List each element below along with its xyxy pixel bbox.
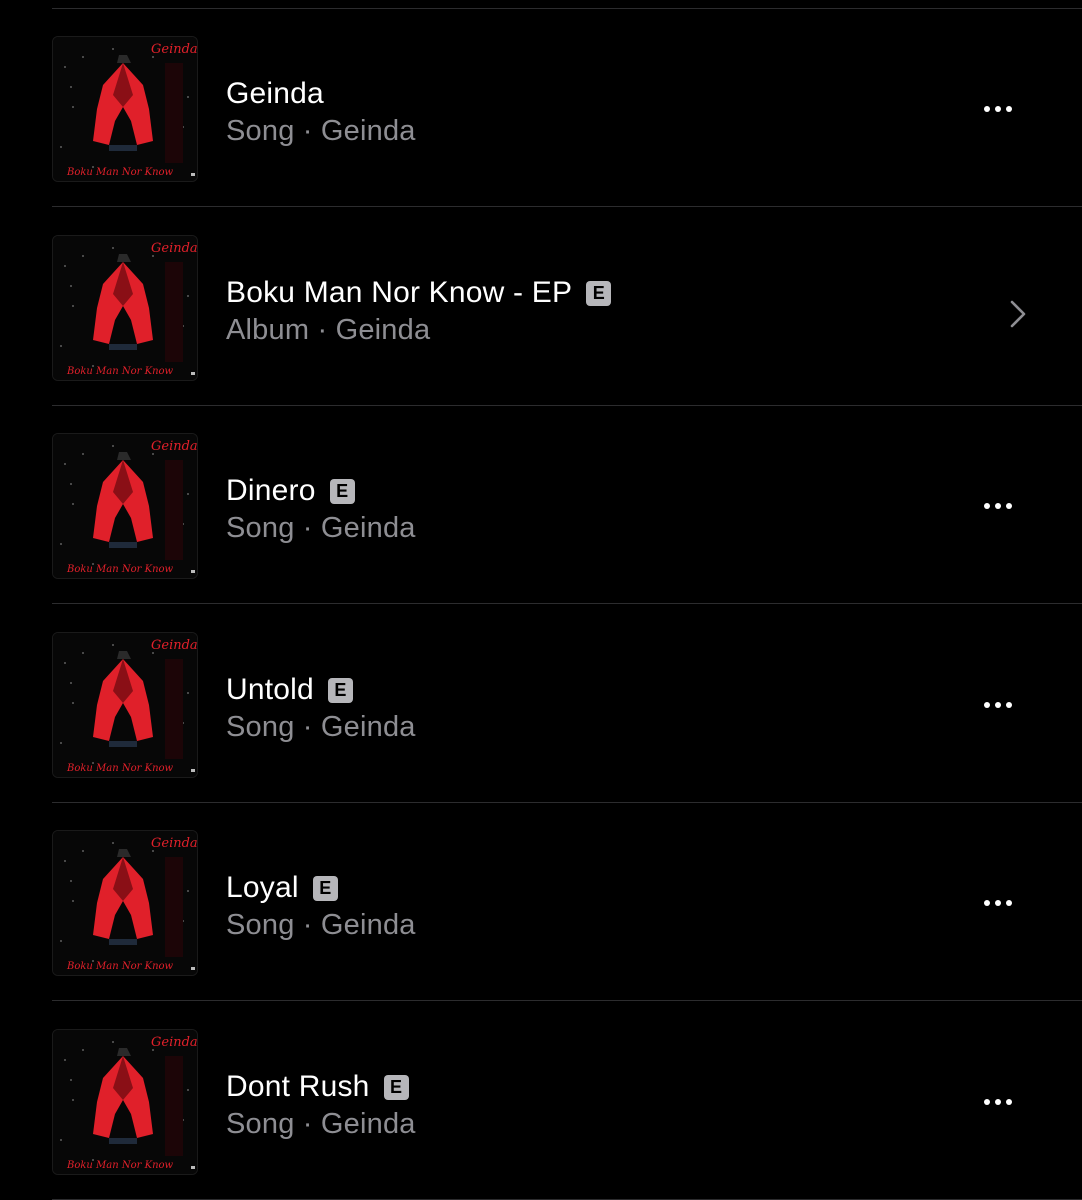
divider	[52, 603, 1082, 604]
ellipsis-icon	[984, 702, 990, 708]
result-title: Loyal	[226, 871, 299, 904]
result-subtitle: Song · Geinda	[226, 512, 416, 544]
explicit-icon: E	[327, 677, 353, 703]
svg-text:Boku Man Nor Know: Boku Man Nor Know	[66, 167, 174, 178]
result-row-song[interactable]: Geinda Boku Man Nor Know Loyal E Song · G…	[0, 803, 1082, 1001]
svg-text:Boku Man Nor Know: Boku Man Nor Know	[66, 961, 174, 972]
ellipsis-icon	[984, 503, 990, 509]
svg-text:Geinda: Geinda	[151, 439, 197, 454]
svg-text:Geinda: Geinda	[151, 241, 197, 256]
chevron-right-icon	[1010, 300, 1026, 328]
result-subtitle: Album · Geinda	[226, 314, 431, 346]
svg-text:Boku Man Nor Know: Boku Man Nor Know	[66, 1160, 174, 1171]
divider	[52, 206, 1082, 207]
explicit-icon: E	[312, 875, 338, 901]
divider	[52, 1000, 1082, 1001]
album-artwork: Geinda Boku Man Nor Know	[52, 36, 198, 182]
svg-text:Geinda: Geinda	[151, 1035, 197, 1050]
svg-text:Boku Man Nor Know: Boku Man Nor Know	[66, 763, 174, 774]
result-row-album[interactable]: Geinda Boku Man Nor Know Boku Man Nor Kno…	[0, 208, 1082, 406]
ellipsis-icon	[984, 1099, 990, 1105]
more-options-button[interactable]	[976, 99, 1020, 119]
result-row-song[interactable]: Geinda Boku Man Nor Know Dont Rush E Song…	[0, 1002, 1082, 1200]
svg-text:Geinda: Geinda	[151, 836, 197, 851]
result-title: Untold	[226, 673, 314, 706]
svg-text:Boku Man Nor Know: Boku Man Nor Know	[66, 366, 174, 377]
album-artwork: Geinda Boku Man Nor Know	[52, 1029, 198, 1175]
ellipsis-icon	[984, 900, 990, 906]
album-artwork: Geinda Boku Man Nor Know	[52, 235, 198, 381]
result-title: Dinero	[226, 474, 316, 507]
more-options-button[interactable]	[976, 893, 1020, 913]
result-row-song[interactable]: Geinda Boku Man Nor Know Untold E Song · …	[0, 605, 1082, 803]
ellipsis-icon	[984, 106, 990, 112]
album-artwork: Geinda Boku Man Nor Know	[52, 632, 198, 778]
explicit-icon: E	[586, 280, 612, 306]
result-subtitle: Song · Geinda	[226, 711, 416, 743]
more-options-button[interactable]	[976, 496, 1020, 516]
result-row-song[interactable]: Geinda Boku Man Nor Know Dinero E Song · …	[0, 406, 1082, 604]
result-subtitle: Song · Geinda	[226, 909, 416, 941]
svg-text:Geinda: Geinda	[151, 638, 197, 653]
svg-text:Boku Man Nor Know: Boku Man Nor Know	[66, 564, 174, 575]
album-artwork: Geinda Boku Man Nor Know	[52, 433, 198, 579]
open-album-button[interactable]	[1004, 296, 1032, 332]
album-artwork: Geinda Boku Man Nor Know	[52, 830, 198, 976]
result-title: Dont Rush	[226, 1070, 370, 1103]
result-title: Geinda	[226, 77, 324, 110]
svg-text:Geinda: Geinda	[151, 42, 197, 57]
result-title: Boku Man Nor Know - EP	[226, 276, 573, 309]
result-subtitle: Song · Geinda	[226, 115, 416, 147]
search-results-list: Geinda Boku Man Nor Know Geinda Song · Ge…	[0, 0, 1082, 1200]
explicit-icon: E	[383, 1074, 409, 1100]
explicit-icon: E	[329, 478, 355, 504]
more-options-button[interactable]	[976, 695, 1020, 715]
result-row-song[interactable]: Geinda Boku Man Nor Know Geinda Song · Ge…	[0, 9, 1082, 207]
more-options-button[interactable]	[976, 1092, 1020, 1112]
result-subtitle: Song · Geinda	[226, 1108, 416, 1140]
